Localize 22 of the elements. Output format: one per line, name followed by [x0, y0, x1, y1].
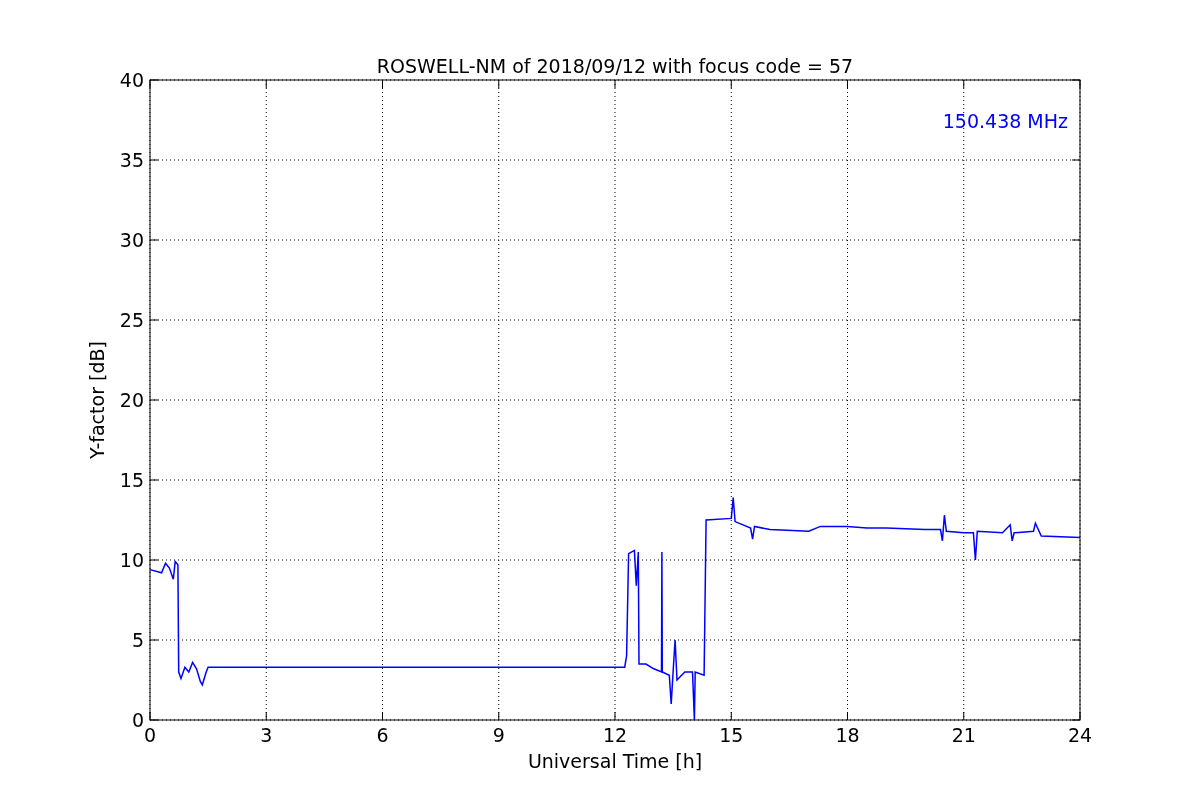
x-tick-label: 3: [260, 724, 273, 746]
x-axis-label: Universal Time [h]: [527, 750, 703, 772]
x-tick-label: 9: [492, 724, 505, 746]
y-tick-label: 30: [119, 229, 144, 251]
x-tick-label: 24: [1067, 724, 1093, 746]
x-tick-label: 18: [835, 724, 860, 746]
chart-title: ROSWELL-NM of 2018/09/12 with focus code = 57: [376, 55, 854, 77]
y-tick-label: 20: [119, 389, 144, 411]
y-tick-label: 15: [119, 469, 144, 491]
x-tick-label: 12: [602, 724, 628, 746]
x-tick-label: 6: [376, 724, 389, 746]
y-tick-label: 10: [119, 549, 144, 571]
y-tick-label: 35: [119, 149, 144, 171]
x-tick-label: 0: [143, 724, 157, 746]
y-tick-label: 25: [119, 309, 144, 331]
x-tick-label: 15: [719, 724, 744, 746]
y-tick-label: 0: [131, 709, 144, 731]
frequency-label: 150.438 MHz: [942, 110, 1068, 132]
y-tick-label: 5: [131, 629, 144, 651]
y-axis-label: Y-factor [dB]: [86, 341, 108, 459]
x-tick-label: 21: [951, 724, 976, 746]
y-tick-label: 40: [119, 69, 144, 91]
